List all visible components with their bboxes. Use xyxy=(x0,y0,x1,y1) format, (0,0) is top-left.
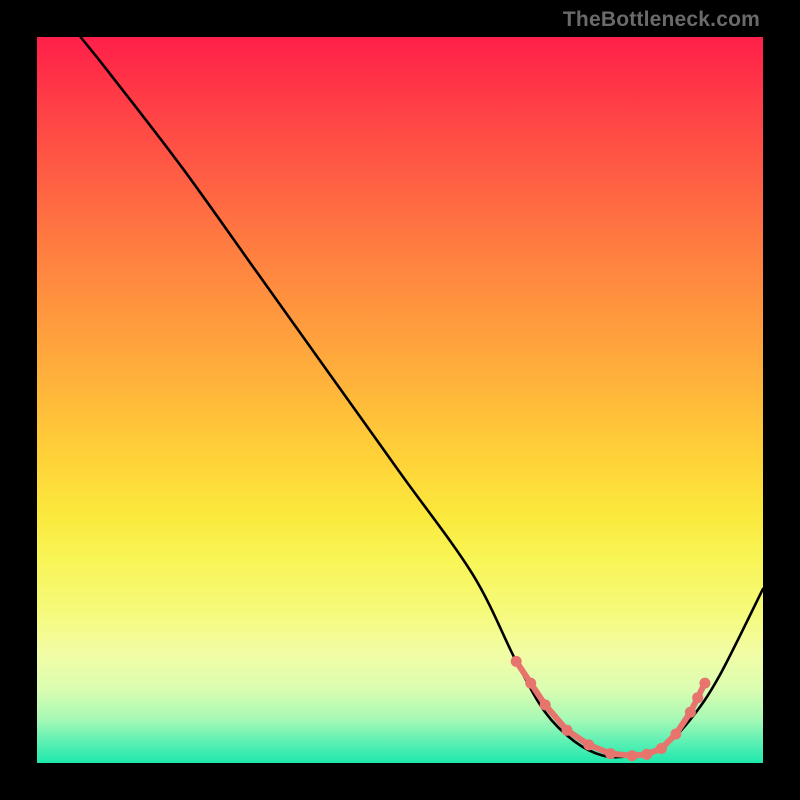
bottleneck-curve xyxy=(81,37,763,757)
watermark-text: TheBottleneck.com xyxy=(563,8,760,32)
valley-marker xyxy=(692,692,703,703)
valley-marker xyxy=(562,725,573,736)
valley-marker-group xyxy=(511,656,711,761)
chart-frame: TheBottleneck.com xyxy=(0,0,800,800)
chart-plot-area xyxy=(37,37,763,763)
valley-marker xyxy=(540,699,551,710)
valley-marker xyxy=(583,739,594,750)
valley-marker xyxy=(641,749,652,760)
valley-marker xyxy=(670,729,681,740)
valley-marker xyxy=(685,707,696,718)
valley-marker xyxy=(656,743,667,754)
valley-marker xyxy=(627,750,638,761)
valley-marker xyxy=(605,748,616,759)
chart-svg xyxy=(37,37,763,763)
valley-marker xyxy=(511,656,522,667)
valley-marker xyxy=(699,678,710,689)
valley-marker xyxy=(525,678,536,689)
